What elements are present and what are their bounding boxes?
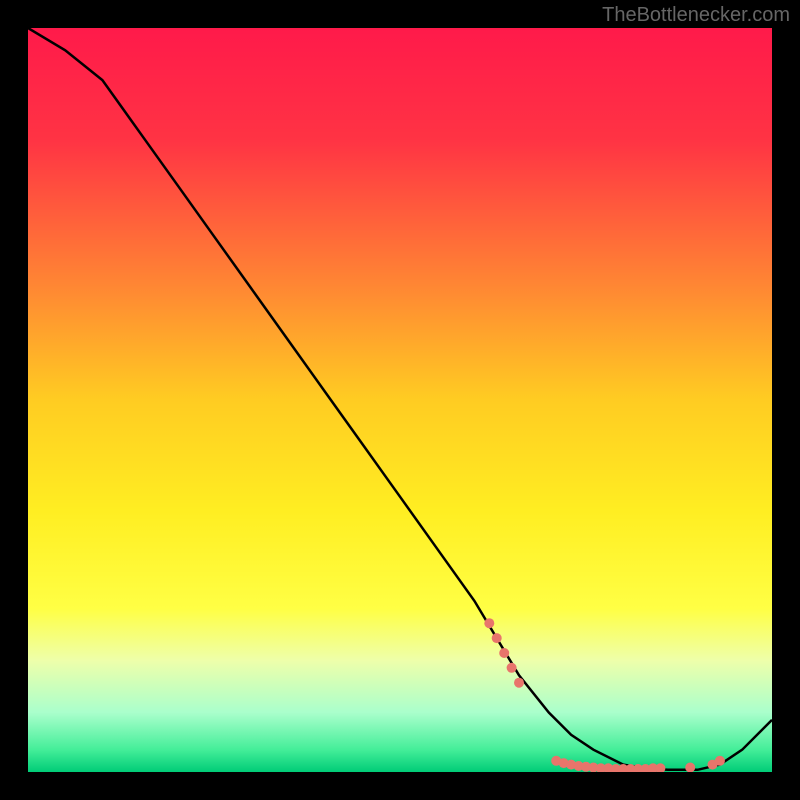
chart-area xyxy=(28,28,772,772)
data-marker xyxy=(492,633,502,643)
data-marker xyxy=(514,678,524,688)
data-marker xyxy=(484,618,494,628)
data-marker xyxy=(715,756,725,766)
gradient-background xyxy=(28,28,772,772)
data-marker xyxy=(499,648,509,658)
chart-svg xyxy=(28,28,772,772)
watermark-text: TheBottlenecker.com xyxy=(602,4,790,27)
data-marker xyxy=(507,663,517,673)
